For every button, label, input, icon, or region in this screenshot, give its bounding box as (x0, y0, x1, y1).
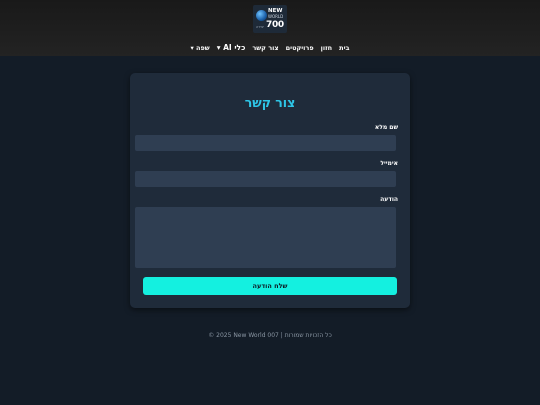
logo-number: 700 (266, 20, 284, 30)
page-title: צור קשר (244, 95, 296, 110)
nav-projects[interactable]: פרויקטים (286, 42, 314, 54)
nav-ai-tools-dropdown[interactable]: כלי AI ▾ (217, 42, 246, 54)
logo-text-world: WORLD (268, 14, 284, 19)
nav-language-dropdown[interactable]: שפה ▾ (191, 42, 210, 54)
message-label: הודעה (380, 196, 398, 203)
footer-copyright: © 2025 New World 007 | כל הזכויות שמורות (208, 332, 332, 339)
nav-vision[interactable]: חזון (321, 42, 333, 54)
email-label: אימייל (380, 160, 398, 167)
contact-form-card: צור קשר שם מלא אימייל הודעה שלח הודעה (130, 73, 410, 308)
name-field[interactable] (135, 135, 396, 151)
nav-home[interactable]: בית (339, 42, 349, 54)
name-label: שם מלא (374, 124, 398, 131)
email-field[interactable] (135, 171, 396, 187)
top-header: NEW WORLD 700 יצירה בית חזון פרויקטים צו… (0, 0, 540, 56)
logo-tag: יצירה (256, 25, 264, 29)
message-field[interactable] (135, 207, 396, 268)
nav-contact[interactable]: צור קשר (252, 42, 278, 54)
main-nav: בית חזון פרויקטים צור קשר כלי AI ▾ שפה ▾ (0, 42, 540, 54)
site-logo[interactable]: NEW WORLD 700 יצירה (253, 5, 287, 33)
send-message-button[interactable]: שלח הודעה (143, 277, 397, 295)
